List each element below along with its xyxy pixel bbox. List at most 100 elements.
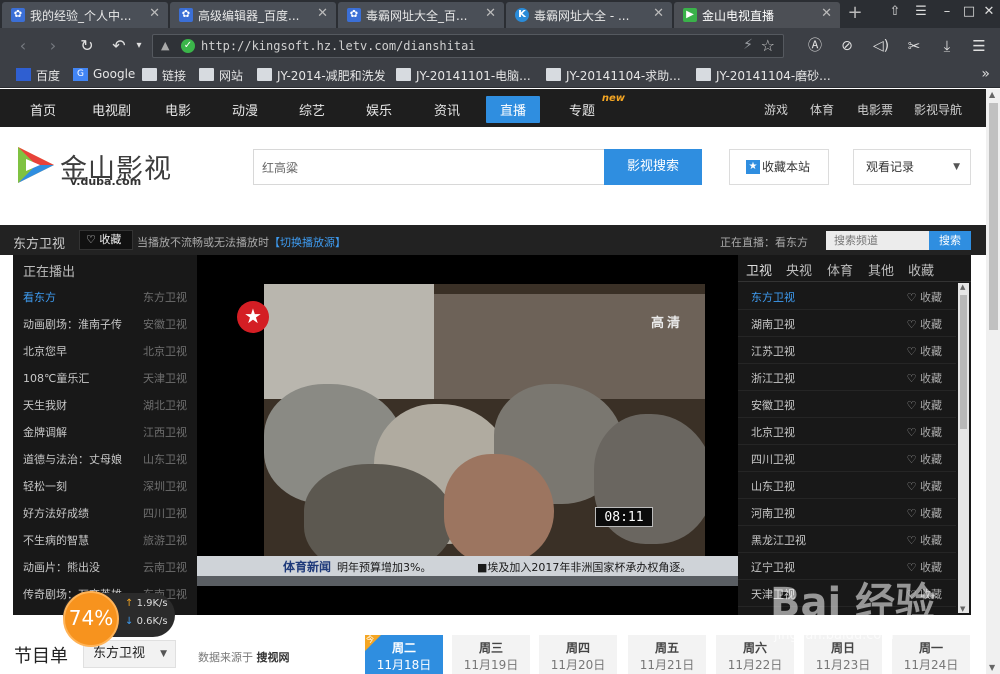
bookmark-item[interactable]: 百度	[16, 67, 60, 84]
close-icon[interactable]: ✕	[317, 6, 328, 21]
list-item[interactable]: 动画片：熊出没 云南卫视	[13, 553, 197, 580]
list-item[interactable]: 天生我财 湖北卫视	[13, 391, 197, 418]
channel-row[interactable]: 江苏卫视 ♡ 收藏	[738, 337, 956, 364]
tab-favorites[interactable]: 收藏	[908, 260, 934, 279]
collect-link[interactable]: ♡ 收藏	[907, 397, 942, 413]
collect-link[interactable]: ♡ 收藏	[907, 532, 942, 548]
nav-ticket[interactable]: 电影票	[857, 101, 893, 118]
bookmark-folder[interactable]: JY-2014-减肥和洗发	[257, 67, 386, 84]
kingsoft-video-logo-icon[interactable]	[16, 145, 56, 185]
nav-live[interactable]: 直播	[486, 96, 541, 123]
nav-topic[interactable]: 专题 new	[569, 93, 625, 119]
day-tab[interactable]: 周三 11月19日	[452, 635, 530, 674]
channel-row[interactable]: 湖南卫视 ♡ 收藏	[738, 310, 956, 337]
bookmark-site-button[interactable]: ★ 收藏本站	[729, 149, 829, 185]
chevrons-right-icon[interactable]: »	[981, 66, 990, 82]
list-item[interactable]: 不生病的智慧 旅游卫视	[13, 526, 197, 553]
nav-movie[interactable]: 电影	[165, 100, 191, 119]
list-item[interactable]: 好方法好成绩 四川卫视	[13, 499, 197, 526]
close-icon[interactable]: ✕	[653, 6, 664, 21]
nav-variety[interactable]: 综艺	[299, 100, 325, 119]
browser-tab-active[interactable]: ▶ 金山电视直播 ✕	[674, 2, 840, 28]
bookmark-folder[interactable]: JY-20141101-电脑...	[396, 67, 531, 84]
minimize-icon[interactable]: –	[936, 4, 958, 22]
menu-icon[interactable]: ☰	[968, 36, 990, 58]
nav-tv-series[interactable]: 电视剧	[92, 100, 131, 119]
day-tab[interactable]: 周四 11月20日	[539, 635, 617, 674]
bookmark-folder[interactable]: 链接	[142, 67, 186, 84]
bookmark-folder[interactable]: 网站	[199, 67, 243, 84]
bookmark-folder[interactable]: JY-20141104-求助...	[546, 67, 681, 84]
search-button[interactable]: 影视搜索	[604, 149, 702, 185]
tab-cctv[interactable]: 央视	[786, 260, 812, 279]
day-tab[interactable]: 周五 11月21日	[628, 635, 706, 674]
download-icon[interactable]: ⤓	[936, 36, 958, 58]
skin-icon[interactable]: ⇧	[884, 4, 906, 22]
list-item[interactable]: 道德与法治：丈母娘 山东卫视	[13, 445, 197, 472]
switch-source-link[interactable]: 【切换播放源】	[269, 236, 346, 249]
forward-icon[interactable]: ›	[42, 36, 64, 58]
collect-link[interactable]: ♡ 收藏	[907, 451, 942, 467]
reload-icon[interactable]: ↻	[76, 36, 98, 58]
address-bar[interactable]: ▲ ✓ http://kingsoft.hz.letv.com/dianshit…	[152, 34, 784, 58]
memory-usage-ball[interactable]: 74%	[63, 591, 119, 647]
tab-satellite[interactable]: 卫视	[746, 260, 772, 279]
scissors-icon[interactable]: ✂	[903, 36, 925, 58]
channel-row[interactable]: 东方卫视 ♡ 收藏	[738, 283, 956, 310]
channel-scrollbar[interactable]: ▲ ▼	[958, 283, 969, 613]
channel-row[interactable]: 安徽卫视 ♡ 收藏	[738, 391, 956, 418]
tab-sports[interactable]: 体育	[827, 260, 853, 279]
menu-icon[interactable]: ☰	[910, 4, 932, 22]
list-item[interactable]: 动画剧场：淮南子传 安徽卫视	[13, 310, 197, 337]
watch-history-button[interactable]: 观看记录 ▼	[853, 149, 971, 185]
day-tab[interactable]: 今 周二 11月18日	[365, 635, 443, 674]
channel-row[interactable]: 山东卫视 ♡ 收藏	[738, 472, 956, 499]
bookmark-folder[interactable]: JY-20141104-磨砂...	[696, 67, 831, 84]
scroll-up-icon[interactable]: ▲	[960, 283, 965, 291]
channel-search-button[interactable]: 搜索	[929, 231, 971, 250]
nav-anime[interactable]: 动漫	[232, 100, 258, 119]
new-tab-button[interactable]: +	[843, 4, 867, 24]
collect-link[interactable]: ♡ 收藏	[907, 505, 942, 521]
compass-icon[interactable]: ⊘	[836, 36, 858, 58]
collect-button[interactable]: ♡ 收藏	[79, 230, 133, 250]
nav-sports[interactable]: 体育	[810, 101, 834, 118]
channel-row[interactable]: 浙江卫视 ♡ 收藏	[738, 364, 956, 391]
nav-guide[interactable]: 影视导航	[914, 101, 962, 118]
collect-link[interactable]: ♡ 收藏	[907, 289, 942, 305]
maximize-icon[interactable]: □	[958, 4, 980, 22]
nav-game[interactable]: 游戏	[764, 101, 788, 118]
video-player[interactable]: 高清 ★ 08:11 体育新闻 明年预算增加3%。 ■埃及加入2017年非洲国家…	[197, 255, 738, 615]
scroll-thumb[interactable]	[960, 295, 967, 429]
bolt-icon[interactable]: ⚡	[743, 37, 753, 53]
list-item[interactable]: 北京您早 北京卫视	[13, 337, 197, 364]
search-input[interactable]	[254, 150, 605, 184]
url-text[interactable]: http://kingsoft.hz.letv.com/dianshitai	[201, 39, 476, 53]
close-icon[interactable]: ✕	[485, 6, 496, 21]
tab-other[interactable]: 其他	[868, 260, 894, 279]
scroll-down-icon[interactable]: ▼	[960, 605, 965, 613]
collect-link[interactable]: ♡ 收藏	[907, 478, 942, 494]
bookmark-star-icon[interactable]: ☆	[761, 36, 775, 55]
list-item[interactable]: 108℃童乐汇 天津卫视	[13, 364, 197, 391]
nav-ent[interactable]: 娱乐	[366, 100, 392, 119]
close-icon[interactable]: ✕	[149, 6, 160, 21]
channel-row[interactable]: 黑龙江卫视 ♡ 收藏	[738, 526, 956, 553]
nav-home[interactable]: 首页	[30, 100, 56, 119]
scroll-thumb[interactable]	[989, 103, 998, 330]
collect-link[interactable]: ♡ 收藏	[907, 424, 942, 440]
collect-link[interactable]: ♡ 收藏	[907, 343, 942, 359]
collect-link[interactable]: ♡ 收藏	[907, 370, 942, 386]
browser-tab[interactable]: K 毒霸网址大全 - ... ✕	[506, 2, 672, 28]
chevron-down-icon[interactable]: ▾	[128, 36, 150, 58]
browser-tab[interactable]: ✿ 我的经验_个人中... ✕	[2, 2, 168, 28]
channel-row[interactable]: 北京卫视 ♡ 收藏	[738, 418, 956, 445]
channel-row[interactable]: 河南卫视 ♡ 收藏	[738, 499, 956, 526]
list-item[interactable]: 轻松一刻 深圳卫视	[13, 472, 197, 499]
list-item[interactable]: 看东方 东方卫视	[13, 283, 197, 310]
channel-row[interactable]: 四川卫视 ♡ 收藏	[738, 445, 956, 472]
page-scrollbar[interactable]: ▲ ▼	[986, 89, 1000, 674]
scroll-down-icon[interactable]: ▼	[989, 663, 995, 672]
adblock-icon[interactable]: Ⓐ	[804, 36, 826, 58]
bookmark-item[interactable]: G Google	[73, 67, 135, 81]
